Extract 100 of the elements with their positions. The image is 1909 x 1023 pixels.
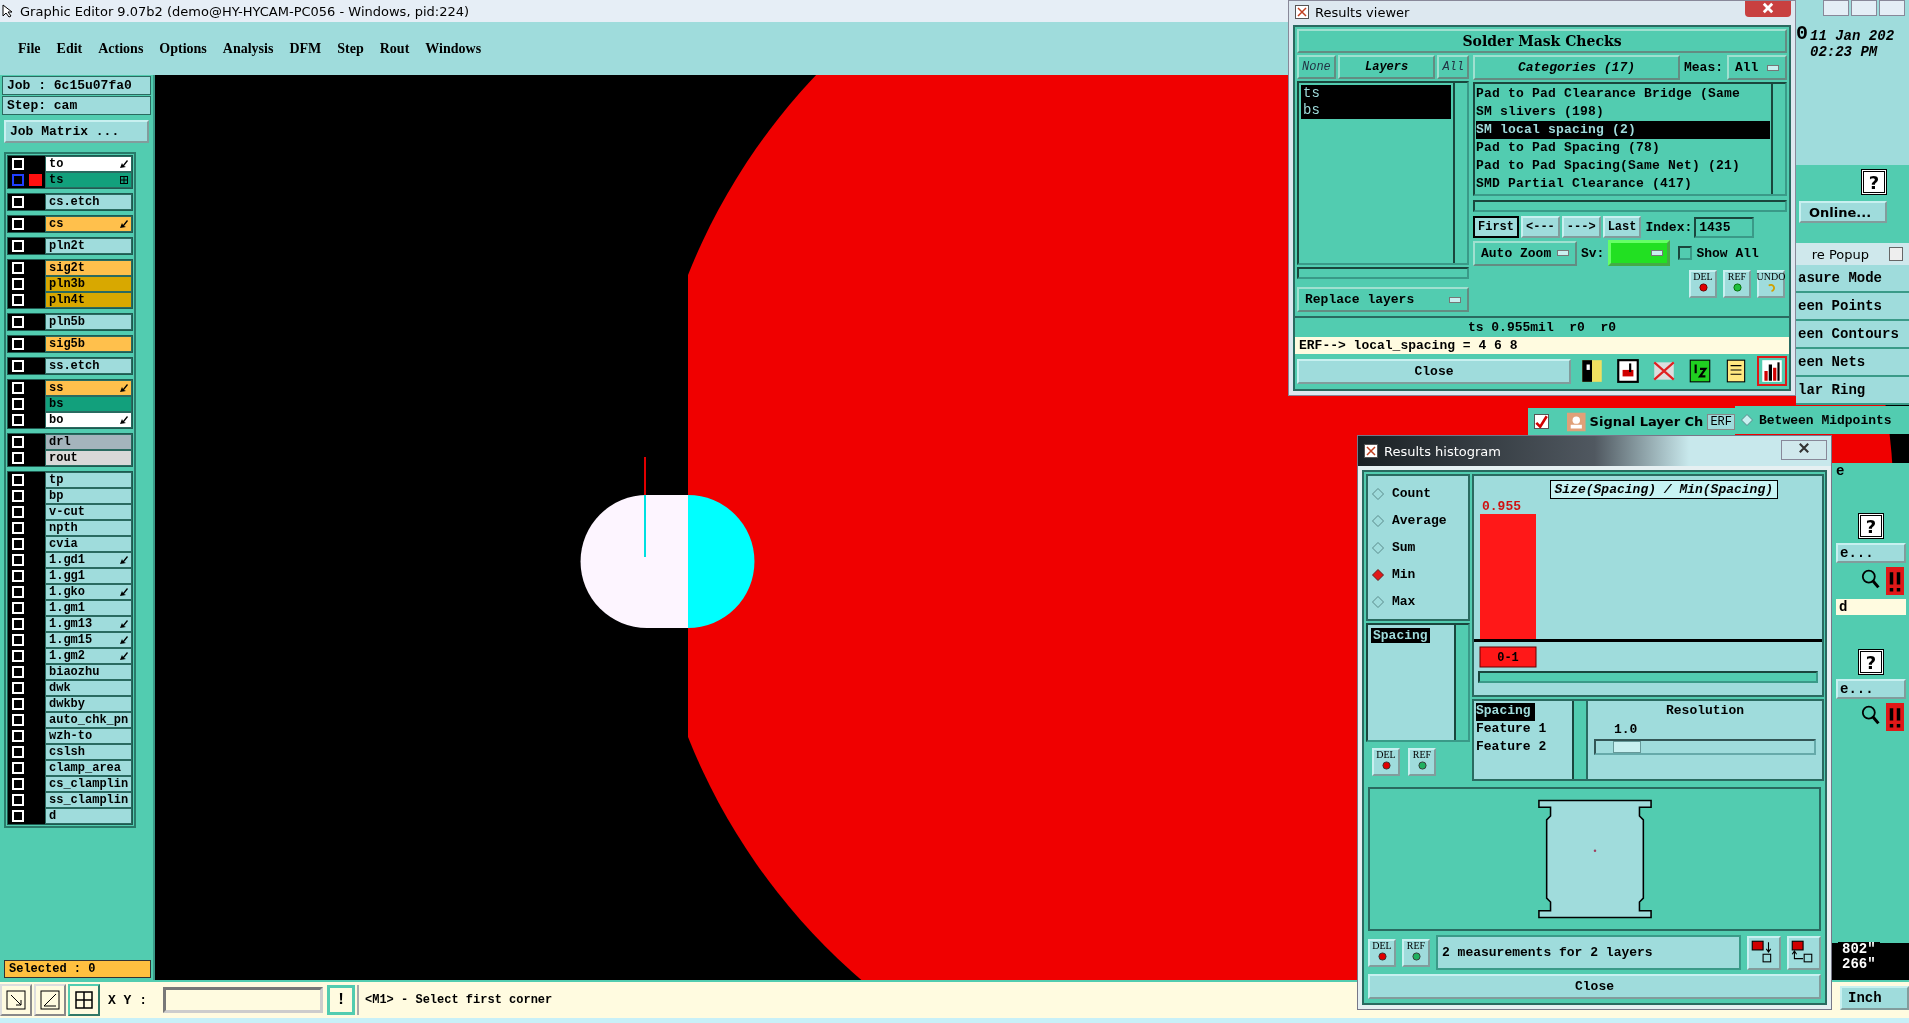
auto-zoom-dropdown[interactable]: Auto Zoom	[1473, 240, 1577, 266]
mode-item[interactable]: een Points	[1796, 293, 1909, 321]
layer-item[interactable]: bs	[45, 396, 132, 412]
categories-button[interactable]: Categories (17)	[1473, 55, 1680, 80]
mode-item[interactable]: een Contours	[1796, 321, 1909, 349]
menu-item[interactable]: Analysis	[214, 40, 282, 57]
help-button[interactable]: ?	[1858, 649, 1884, 675]
minimize-icon[interactable]	[1823, 0, 1849, 16]
layer-item[interactable]: dwkby	[45, 696, 132, 712]
layer-item[interactable]: cs_clamplin	[45, 776, 132, 792]
radio-button[interactable]	[1372, 514, 1384, 527]
close-button[interactable]: Close	[1368, 974, 1821, 999]
tool-button[interactable]	[1757, 356, 1787, 386]
layer-item[interactable]: to	[45, 156, 132, 172]
layer-item[interactable]: v-cut	[45, 504, 132, 520]
layer-item[interactable]: ss_clamplin	[45, 792, 132, 808]
layer-item[interactable]: 1.gm13	[45, 616, 132, 632]
layer-item[interactable]: d	[45, 808, 132, 824]
layer-item[interactable]: cslsh	[45, 744, 132, 760]
replace-layers-dropdown[interactable]: Replace layers	[1297, 287, 1469, 312]
layer-item[interactable]: bs	[1301, 102, 1451, 119]
layer-item[interactable]: drl	[45, 434, 132, 450]
measure-button[interactable]	[34, 984, 66, 1016]
menu-item[interactable]: File	[10, 40, 49, 57]
layer-item[interactable]: cvia	[45, 536, 132, 552]
menu-item[interactable]: DFM	[281, 40, 330, 57]
radio-button[interactable]	[1741, 414, 1753, 426]
layer-item[interactable]: pln3b	[45, 276, 132, 292]
layer-checkbox[interactable]	[12, 174, 24, 186]
layer-item[interactable]: 1.gg1	[45, 568, 132, 584]
help-button[interactable]: ?	[1858, 513, 1884, 539]
layer-item[interactable]: dwk	[45, 680, 132, 696]
menu-item[interactable]: Edit	[48, 40, 91, 57]
online-button[interactable]: Online...	[1799, 201, 1887, 223]
layer-item[interactable]: sig5b	[45, 336, 132, 352]
layer-item[interactable]: rout	[45, 450, 132, 466]
action-button[interactable]: REF	[1402, 938, 1430, 967]
job-matrix-button[interactable]: Job Matrix ...	[4, 120, 149, 143]
show-all-checkbox[interactable]	[1678, 246, 1693, 260]
layer-item[interactable]: cs.etch	[45, 194, 132, 210]
action-button[interactable]: DEL	[1368, 938, 1396, 967]
action-button[interactable]: DEL	[1372, 748, 1400, 776]
scrollbar[interactable]	[1473, 200, 1787, 212]
xy-input-field[interactable]	[163, 987, 323, 1013]
layer-item[interactable]: tp	[45, 472, 132, 488]
erf-button[interactable]: ERF	[1707, 413, 1735, 430]
layer-filter-button[interactable]: None	[1297, 55, 1336, 79]
more-button[interactable]: e...	[1836, 543, 1906, 563]
layer-item[interactable]: pln4t	[45, 292, 132, 308]
scrollbar[interactable]	[1572, 701, 1586, 779]
field-item[interactable]: Feature 2	[1476, 739, 1570, 757]
field-item[interactable]: Feature 1	[1476, 721, 1570, 739]
nav-button[interactable]: Last	[1602, 216, 1642, 238]
layer-item[interactable]: biaozhu	[45, 664, 132, 680]
category-item[interactable]: SMD Partial Clearance (417)	[1476, 175, 1770, 193]
action-button[interactable]: REF	[1408, 748, 1436, 776]
menu-item[interactable]: Options	[151, 40, 215, 57]
mode-item[interactable]: een Nets	[1796, 349, 1909, 377]
resolution-slider[interactable]	[1594, 739, 1816, 755]
category-item[interactable]: SM slivers (198)	[1476, 103, 1770, 121]
menu-item[interactable]: Actions	[90, 40, 152, 57]
more-button[interactable]: e...	[1836, 679, 1906, 699]
nav-button[interactable]: First	[1473, 216, 1519, 238]
category-item[interactable]: Pad to Pad Spacing(Same Net) (21)	[1476, 157, 1770, 175]
menu-item[interactable]: Rout	[371, 40, 418, 57]
layer-item[interactable]: wzh-to	[45, 728, 132, 744]
category-item[interactable]: Pad to Pad Clearance Bridge (Same	[1476, 85, 1770, 103]
layer-item[interactable]: cs	[45, 216, 132, 232]
import-chart-icon[interactable]	[1787, 935, 1821, 970]
zoom-fit-button[interactable]	[0, 984, 32, 1016]
close-button[interactable]	[1781, 440, 1827, 460]
radio-button[interactable]	[1372, 487, 1384, 500]
radio-button[interactable]	[1372, 595, 1384, 608]
scrollbar[interactable]	[1478, 671, 1818, 683]
layer-item[interactable]: 1.gko	[45, 584, 132, 600]
radio-button[interactable]	[1372, 568, 1384, 581]
close-button[interactable]: Close	[1297, 358, 1571, 384]
menu-item[interactable]: Step	[329, 40, 372, 57]
layer-item[interactable]: 1.gm15	[45, 632, 132, 648]
close-icon[interactable]	[1889, 247, 1903, 261]
meas-dropdown[interactable]: All	[1727, 55, 1787, 80]
nav-button[interactable]: <---	[1521, 216, 1560, 238]
layer-item[interactable]: 1.gd1	[45, 552, 132, 568]
layer-item[interactable]: sig2t	[45, 260, 132, 276]
mode-item[interactable]: asure Mode	[1796, 265, 1909, 293]
menu-item[interactable]: Windows	[417, 40, 490, 57]
units-dropdown[interactable]: Inch	[1840, 986, 1909, 1010]
layer-item[interactable]: auto_chk_pn	[45, 712, 132, 728]
field-item[interactable]: Spacing	[1476, 703, 1535, 721]
close-icon[interactable]	[1879, 0, 1905, 16]
layer-item[interactable]: bp	[45, 488, 132, 504]
category-item[interactable]: SM local spacing (2)	[1476, 121, 1770, 139]
layer-item[interactable]: ss	[45, 380, 132, 396]
radio-button[interactable]	[1372, 541, 1384, 554]
help-button[interactable]: ?	[1861, 169, 1887, 195]
index-field[interactable]: 1435	[1694, 216, 1755, 238]
layer-item[interactable]: npth	[45, 520, 132, 536]
layer-item[interactable]: ts	[1301, 85, 1451, 102]
layer-item[interactable]: bo	[45, 412, 132, 428]
action-button[interactable]: UNDO	[1757, 270, 1785, 298]
